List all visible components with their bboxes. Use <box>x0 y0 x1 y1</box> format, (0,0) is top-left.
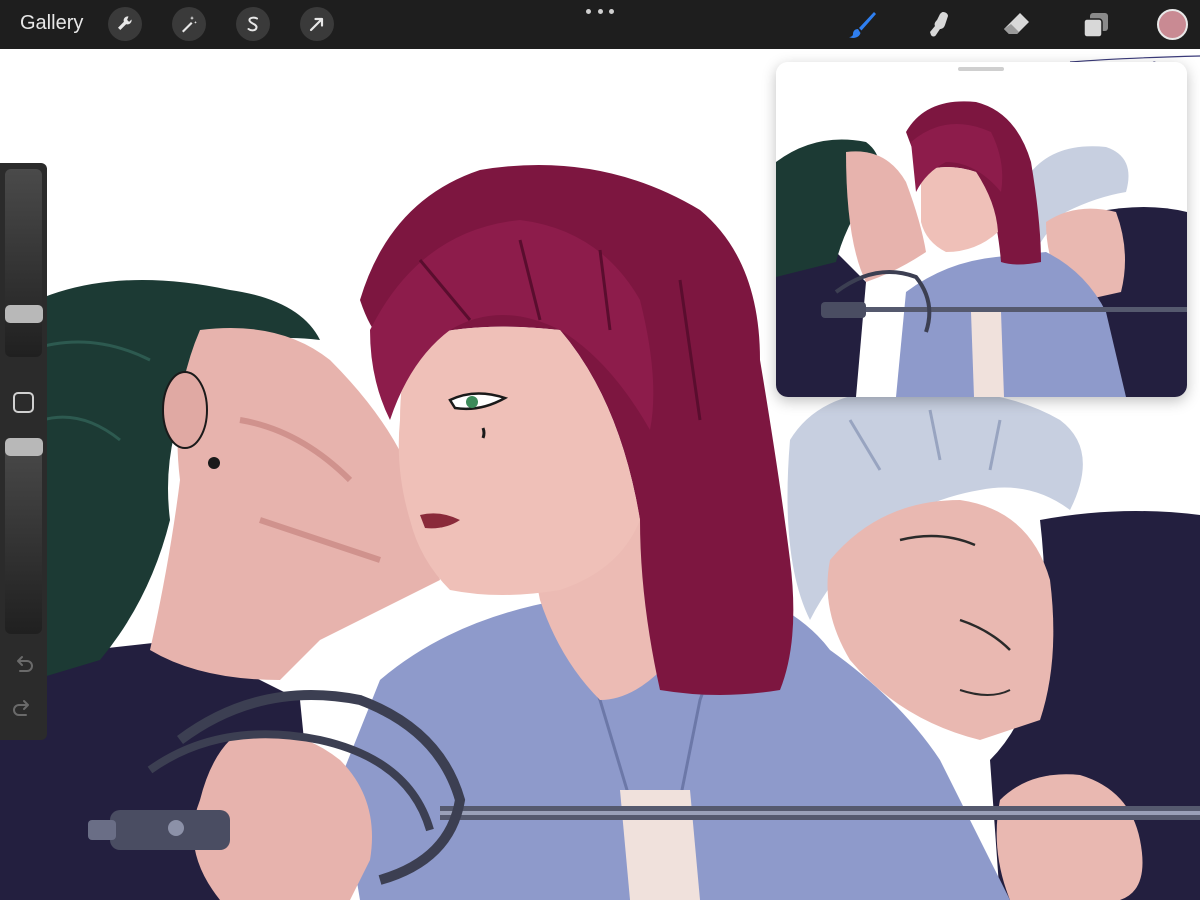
adjustments-button[interactable] <box>172 7 206 41</box>
brush-size-slider[interactable] <box>5 169 43 357</box>
redo-icon <box>13 700 29 716</box>
transform-arrow-icon <box>309 17 324 32</box>
actions-button[interactable] <box>108 7 142 41</box>
eraser-icon <box>1004 13 1029 34</box>
drawing-canvas[interactable] <box>0 49 1200 900</box>
brush-size-thumb[interactable] <box>5 305 43 323</box>
wrench-icon <box>118 16 132 30</box>
dot-icon <box>609 8 614 14</box>
more-options-button[interactable] <box>586 6 614 16</box>
selection-s-icon <box>247 16 258 32</box>
color-picker-button[interactable] <box>1157 9 1188 40</box>
layers-button[interactable] <box>1077 6 1115 44</box>
redo-button[interactable] <box>10 697 36 723</box>
eraser-tool-button[interactable] <box>998 6 1036 44</box>
smudge-icon <box>930 12 948 37</box>
brush-tool-button[interactable] <box>843 6 881 44</box>
layers-icon <box>1083 13 1108 38</box>
dot-icon <box>586 8 591 14</box>
undo-icon <box>17 656 33 672</box>
brush-icon <box>849 12 876 38</box>
selection-button[interactable] <box>236 7 270 41</box>
top-toolbar: Gallery <box>0 0 1200 49</box>
reference-drag-handle[interactable] <box>958 67 1004 71</box>
opacity-thumb[interactable] <box>5 438 43 456</box>
gallery-button[interactable]: Gallery <box>20 12 83 35</box>
magic-wand-icon <box>182 16 197 33</box>
undo-button[interactable] <box>10 653 36 679</box>
modify-button[interactable] <box>13 392 34 413</box>
dot-icon <box>597 8 603 14</box>
transform-button[interactable] <box>300 7 334 41</box>
opacity-slider[interactable] <box>5 438 43 634</box>
left-sidebar <box>0 163 47 740</box>
smudge-tool-button[interactable] <box>920 6 958 44</box>
reference-image <box>776 62 1187 397</box>
reference-window[interactable] <box>776 62 1187 397</box>
